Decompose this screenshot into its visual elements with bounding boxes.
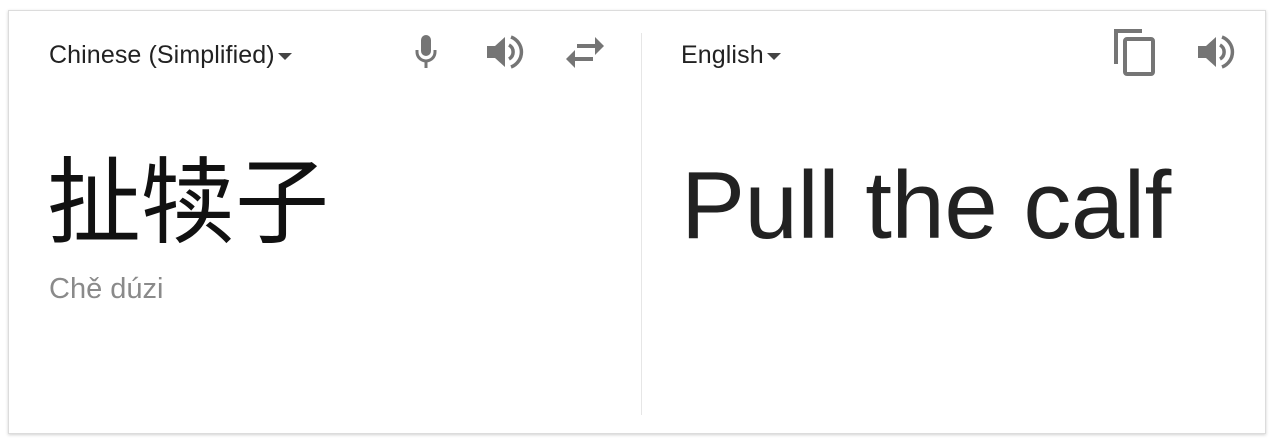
speaker-icon — [487, 35, 524, 69]
source-language-select[interactable]: Chinese (Simplified) — [49, 41, 292, 70]
target-language-select[interactable]: English — [681, 41, 781, 70]
microphone-icon — [415, 35, 437, 68]
source-language-label: Chinese (Simplified) — [49, 41, 275, 69]
translated-text: Pull the calf — [681, 152, 1171, 259]
microphone-button[interactable] — [403, 29, 449, 75]
target-language-label: English — [681, 41, 764, 69]
dropdown-caret-icon — [766, 53, 781, 60]
swap-languages-button[interactable] — [562, 29, 608, 75]
speaker-icon — [1198, 35, 1235, 69]
listen-target-button[interactable] — [1193, 29, 1239, 75]
swap-languages-icon — [566, 37, 604, 68]
panel-divider — [641, 33, 642, 415]
copy-icon — [1114, 29, 1155, 76]
source-text[interactable]: 扯犊子 — [47, 149, 329, 259]
copy-button[interactable] — [1112, 29, 1158, 76]
source-romanization: Chě dúzi — [49, 273, 164, 305]
dropdown-caret-icon — [277, 53, 292, 60]
translate-card: Chinese (Simplified) English 扯犊子 Chě dúz… — [8, 10, 1266, 434]
listen-source-button[interactable] — [482, 29, 528, 75]
